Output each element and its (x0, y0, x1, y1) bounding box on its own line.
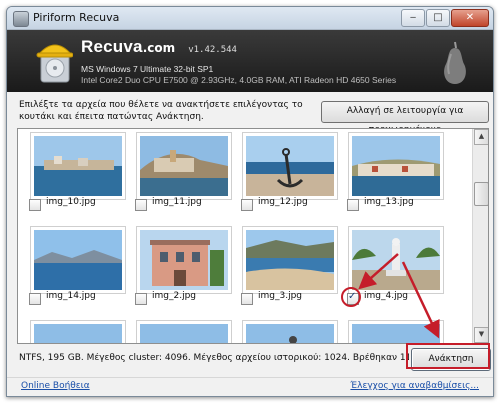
recuva-window: Piriform Recuva ‒ □ ✕ Recuva.com v1.42.5… (6, 6, 494, 397)
close-button[interactable]: ✕ (451, 9, 489, 27)
file-checkbox[interactable] (135, 293, 147, 305)
app-name: Recuva (81, 37, 143, 56)
scroll-thumb[interactable] (474, 182, 488, 206)
file-grid-panel: img_10.jpg img_11.jpg img_12.jpg img_13.jpg… (17, 128, 489, 344)
file-thumbnail-item[interactable]: img_12.jpg (238, 129, 338, 211)
file-name: img_11.jpg (152, 197, 202, 207)
thumbnail-image[interactable] (136, 320, 232, 343)
status-text: NTFS, 195 GB. Μέγεθος cluster: 4096. Μέγ… (19, 353, 409, 363)
app-version: v1.42.544 (188, 45, 237, 55)
thumbnail-image[interactable] (242, 132, 338, 200)
thumbnail-image[interactable] (242, 320, 338, 343)
file-thumbnail-item[interactable]: img_10.jpg (26, 129, 126, 211)
hard-drive-hardhat-icon (36, 44, 73, 83)
file-thumbnail-item[interactable]: img_11.jpg (132, 129, 232, 211)
file-thumbnail-item[interactable]: img_13.jpg (344, 129, 444, 211)
file-thumbnail-item[interactable]: img_4.jpg (344, 221, 444, 305)
file-name: img_3.jpg (258, 291, 302, 301)
file-thumbnail-item[interactable]: img_8.jpg (344, 315, 444, 343)
file-checkbox[interactable] (29, 199, 41, 211)
file-checkbox[interactable] (241, 199, 253, 211)
maximize-button[interactable]: □ (426, 9, 450, 27)
window-controls: ‒ □ ✕ (401, 9, 489, 27)
thumbnail-image[interactable] (136, 226, 232, 294)
file-thumbnail-item[interactable]: img_6.jpg (132, 315, 232, 343)
window-title: Piriform Recuva (33, 11, 120, 24)
thumbnail-image[interactable] (30, 132, 126, 200)
title-bar[interactable]: Piriform Recuva ‒ □ ✕ (7, 7, 493, 30)
file-thumbnail-item[interactable]: img_14.jpg (26, 221, 126, 305)
app-suffix: .com (142, 41, 176, 55)
file-checkbox[interactable] (347, 199, 359, 211)
file-name: img_13.jpg (364, 197, 414, 207)
recover-button[interactable]: Ανάκτηση (411, 348, 491, 371)
file-thumbnail-item[interactable]: img_7.jpg (238, 315, 338, 343)
file-checkbox[interactable] (241, 293, 253, 305)
scroll-up-icon[interactable]: ▲ (474, 129, 488, 145)
thumbnail-image[interactable] (348, 132, 444, 200)
thumbnail-image[interactable] (30, 320, 126, 343)
app-header: Recuva.com v1.42.544 MS Windows 7 Ultima… (7, 30, 493, 92)
brand: Recuva.com v1.42.544 (81, 37, 237, 57)
scroll-down-icon[interactable]: ▼ (474, 327, 488, 343)
thumbnail-image[interactable] (348, 226, 444, 294)
file-checkbox[interactable] (29, 293, 41, 305)
thumbnail-image[interactable] (30, 226, 126, 294)
online-help-link[interactable]: Online Βοήθεια (21, 381, 90, 391)
file-name: img_4.jpg (364, 291, 408, 301)
file-name: img_10.jpg (46, 197, 96, 207)
file-thumbnail-item[interactable]: img_5.jpg (26, 315, 126, 343)
file-checkbox[interactable] (347, 291, 359, 305)
os-info: MS Windows 7 Ultimate 32-bit SP1 (81, 64, 214, 74)
app-icon (13, 11, 29, 27)
advanced-mode-button[interactable]: Αλλαγή σε λειτουργία για προχωρημένους (321, 101, 489, 135)
file-name: img_2.jpg (152, 291, 196, 301)
file-thumbnail-item[interactable]: img_3.jpg (238, 221, 338, 305)
thumbnail-image[interactable] (242, 226, 338, 294)
file-checkbox[interactable] (135, 199, 147, 211)
cpu-info: Intel Core2 Duo CPU E7500 @ 2.93GHz, 4.0… (81, 75, 397, 85)
minimize-button[interactable]: ‒ (401, 9, 425, 27)
pear-icon (444, 41, 466, 84)
footer: Online Βοήθεια Έλεγχος για αναβαθμίσεις.… (7, 377, 493, 396)
vertical-scrollbar[interactable]: ▲ ▼ (472, 129, 488, 343)
file-thumbnail-item[interactable]: img_2.jpg (132, 221, 232, 305)
file-name: img_12.jpg (258, 197, 308, 207)
file-name: img_14.jpg (46, 291, 96, 301)
thumbnail-image[interactable] (136, 132, 232, 200)
instruction-text: Επιλέξτε τα αρχεία που θέλετε να ανακτήσ… (19, 100, 303, 122)
thumbnail-image[interactable] (348, 320, 444, 343)
check-updates-link[interactable]: Έλεγχος για αναβαθμίσεις... (350, 381, 479, 391)
